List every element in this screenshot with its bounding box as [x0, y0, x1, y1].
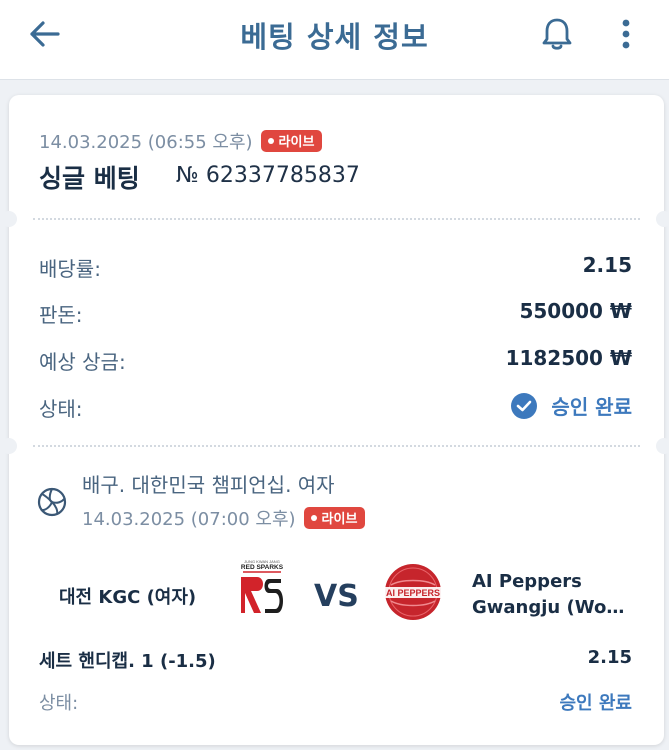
status-value: 승인 완료 — [511, 391, 632, 420]
ai-peppers-logo: AI PEPPERS — [379, 564, 447, 620]
live-badge: 라이브 — [303, 507, 366, 529]
away-team-line1: AI Peppers — [472, 571, 582, 592]
bet-date: 14.03.2025 (06:55 오후) — [39, 132, 253, 153]
market-odds: 2.15 — [587, 647, 632, 668]
dotted-divider — [33, 445, 640, 447]
app-header: 베팅 상세 정보 — [0, 0, 669, 80]
away-team-line2: Gwangju (Wom… — [472, 597, 642, 618]
selection-status-label: 상태: — [39, 693, 79, 714]
home-team-name: 대전 KGC (여자) — [59, 587, 197, 608]
odds-label: 배당률: — [39, 257, 101, 281]
market-name: 세트 핸디캡. 1 (-1.5) — [39, 651, 216, 672]
ticket-notch — [1, 211, 17, 227]
away-logo-name-text: AI PEPPERS — [386, 588, 440, 598]
live-dot-icon — [310, 514, 317, 521]
ticket-notch — [656, 438, 669, 454]
stake-value: 550000 ₩ — [519, 299, 632, 323]
check-circle-icon — [511, 392, 538, 419]
red-sparks-logo: JUNG KWAN JANG RED SPARKS — [241, 559, 284, 613]
bet-detail-card: 14.03.2025 (06:55 오후) 라이브 싱글 베팅 № 623377… — [1, 95, 669, 745]
ticket-notch — [1, 438, 17, 454]
live-badge: 라이브 — [260, 130, 323, 152]
bet-type: 싱글 베팅 — [39, 164, 140, 193]
more-menu-button[interactable] — [608, 12, 644, 56]
event-date: 14.03.2025 (07:00 오후) — [82, 509, 296, 530]
notifications-button[interactable] — [535, 12, 579, 56]
live-label: 라이브 — [321, 512, 358, 527]
bet-number: № 62337785837 — [176, 163, 360, 188]
live-label: 라이브 — [278, 135, 315, 150]
odds-value: 2.15 — [582, 253, 632, 277]
selection-status-value: 승인 완료 — [559, 693, 632, 714]
live-dot-icon — [267, 137, 274, 144]
bell-icon — [542, 18, 572, 50]
status-label: 상태: — [39, 397, 83, 421]
vs-label: VS — [314, 579, 359, 614]
away-team-name: AI Peppers Gwangju (Wom… — [472, 569, 642, 621]
payout-value: 1182500 ₩ — [505, 346, 632, 370]
event-date-line: 14.03.2025 (07:00 오후) 라이브 — [82, 505, 366, 531]
dotted-divider — [33, 218, 640, 220]
bet-date-line: 14.03.2025 (06:55 오후) 라이브 — [39, 128, 323, 154]
volleyball-icon — [37, 487, 67, 517]
home-logo-name-text: RED SPARKS — [241, 564, 284, 571]
payout-label: 예상 상금: — [39, 350, 126, 374]
stake-label: 판돈: — [39, 303, 83, 327]
league-name: 배구. 대한민국 챔피언십. 여자 — [82, 473, 335, 497]
more-vertical-icon — [622, 19, 630, 49]
status-text: 승인 완료 — [551, 395, 632, 419]
ticket-notch — [656, 211, 669, 227]
